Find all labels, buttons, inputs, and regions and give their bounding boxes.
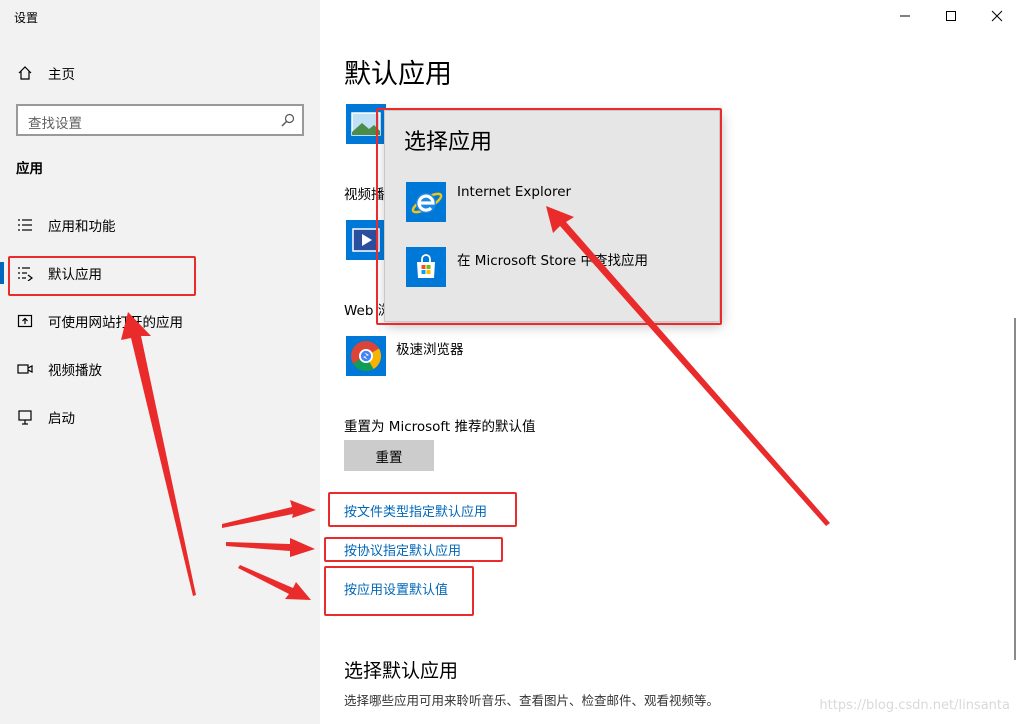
reset-label: 重置为 Microsoft 推荐的默认值 xyxy=(344,419,536,435)
chrome-icon xyxy=(346,336,386,376)
apps-for-websites-icon xyxy=(16,312,34,330)
browser-app-tile[interactable] xyxy=(346,336,386,376)
minimize-button[interactable] xyxy=(882,0,928,32)
sidebar-item-video-playback[interactable]: 视频播放 xyxy=(0,347,320,391)
reset-button[interactable]: 重置 xyxy=(344,440,434,471)
close-icon xyxy=(991,10,1003,22)
minimize-icon xyxy=(900,15,910,17)
annotation-box-protocol xyxy=(324,537,503,562)
sidebar-item-label: 启动 xyxy=(48,411,75,427)
search-icon xyxy=(280,112,296,128)
sidebar-item-home[interactable]: 主页 xyxy=(0,51,320,95)
search-placeholder: 查找设置 xyxy=(28,116,82,132)
sidebar-item-label: 可使用网站打开的应用 xyxy=(48,315,183,331)
sidebar-item-apps-features[interactable]: 应用和功能 xyxy=(0,203,320,247)
home-icon xyxy=(16,64,34,82)
apps-features-icon xyxy=(16,216,34,234)
maximize-button[interactable] xyxy=(928,0,974,32)
annotation-box-default-apps xyxy=(8,256,196,296)
annotation-box-by-app xyxy=(324,566,474,616)
section-heading: 应用 xyxy=(16,161,43,177)
watermark: https://blog.csdn.net/linsanta xyxy=(819,698,1010,713)
window-title: 设置 xyxy=(14,11,39,25)
close-button[interactable] xyxy=(974,0,1020,32)
section-title: 选择默认应用 xyxy=(344,660,459,682)
video-playback-icon xyxy=(16,360,34,378)
sidebar-item-label: 应用和功能 xyxy=(48,219,116,235)
annotation-box-popup xyxy=(376,108,722,325)
annotation-box-file-type xyxy=(328,492,517,527)
maximize-icon xyxy=(946,11,956,21)
search-box[interactable]: 查找设置 xyxy=(16,104,304,136)
browser-name: 极速浏览器 xyxy=(396,342,464,358)
startup-icon xyxy=(16,408,34,426)
scrollbar[interactable] xyxy=(1014,318,1016,660)
sidebar-item-label: 主页 xyxy=(48,67,75,83)
sidebar-item-apps-for-websites[interactable]: 可使用网站打开的应用 xyxy=(0,299,320,343)
sidebar: 设置 主页 查找设置 应用 应用和功能 默认应用 可使用网站打开的应用 视频播放… xyxy=(0,0,320,724)
sidebar-item-label: 视频播放 xyxy=(48,363,102,379)
sidebar-item-startup[interactable]: 启动 xyxy=(0,395,320,439)
page-title: 默认应用 xyxy=(344,59,452,90)
section-description: 选择哪些应用可用来聆听音乐、查看图片、检查邮件、观看视频等。 xyxy=(344,693,720,708)
